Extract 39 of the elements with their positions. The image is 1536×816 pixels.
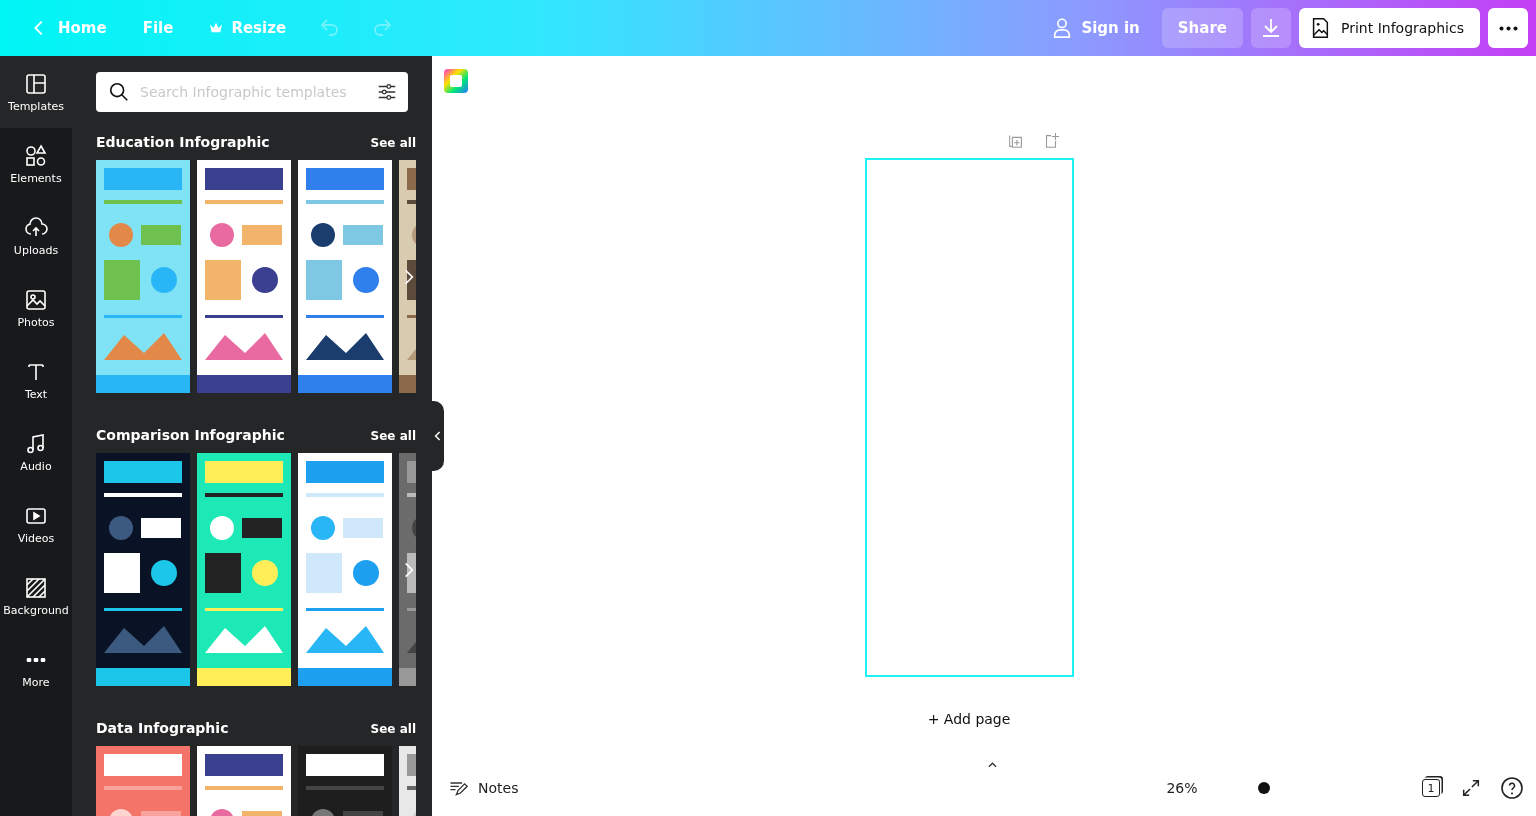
- layout-icon: [24, 71, 48, 96]
- more-options-button[interactable]: [1488, 8, 1528, 48]
- see-all-link[interactable]: See all: [370, 722, 416, 736]
- more-icon: [24, 657, 48, 662]
- hatched-square-icon: [24, 575, 48, 600]
- crown-icon: [209, 22, 224, 34]
- color-palette-icon[interactable]: [444, 69, 468, 93]
- chevron-right-icon: [404, 268, 414, 286]
- rail-tab[interactable]: Text: [0, 344, 72, 416]
- rail-tab[interactable]: Audio: [0, 416, 72, 488]
- section-title: Education Infographic: [96, 134, 270, 150]
- section-title: Comparison Infographic: [96, 427, 285, 443]
- see-all-link[interactable]: See all: [370, 429, 416, 443]
- fullscreen-icon[interactable]: [1460, 777, 1482, 799]
- chevron-left-icon: [434, 431, 442, 441]
- shapes-icon: [24, 143, 48, 168]
- notes-button[interactable]: Notes: [448, 778, 519, 798]
- collapse-panel-button[interactable]: [432, 401, 444, 471]
- image-icon: [24, 287, 48, 312]
- chevron-right-icon: [404, 561, 414, 579]
- rail-tab[interactable]: Photos: [0, 272, 72, 344]
- zoom-percentage[interactable]: 26%: [1166, 780, 1198, 796]
- caret-up-icon[interactable]: [988, 762, 997, 768]
- rail-tab[interactable]: Uploads: [0, 200, 72, 272]
- add-page-button[interactable]: + Add page: [927, 711, 1011, 727]
- rail-tab[interactable]: Elements: [0, 128, 72, 200]
- more-icon: [1498, 25, 1518, 31]
- rail-tab[interactable]: Background: [0, 560, 72, 632]
- rail-tab[interactable]: Templates: [0, 56, 72, 128]
- rail-tab[interactable]: More: [0, 632, 72, 704]
- print-button[interactable]: Print Infographics: [1299, 8, 1480, 48]
- help-icon[interactable]: [1500, 776, 1524, 800]
- zoom-slider-handle[interactable]: [1257, 782, 1270, 794]
- download-button[interactable]: [1251, 8, 1291, 48]
- see-all-link[interactable]: See all: [370, 136, 416, 150]
- filter-icon[interactable]: [376, 81, 398, 103]
- rail-tab[interactable]: Videos: [0, 488, 72, 560]
- section-title: Data Infographic: [96, 720, 229, 736]
- page-count-button[interactable]: 1: [1422, 779, 1440, 797]
